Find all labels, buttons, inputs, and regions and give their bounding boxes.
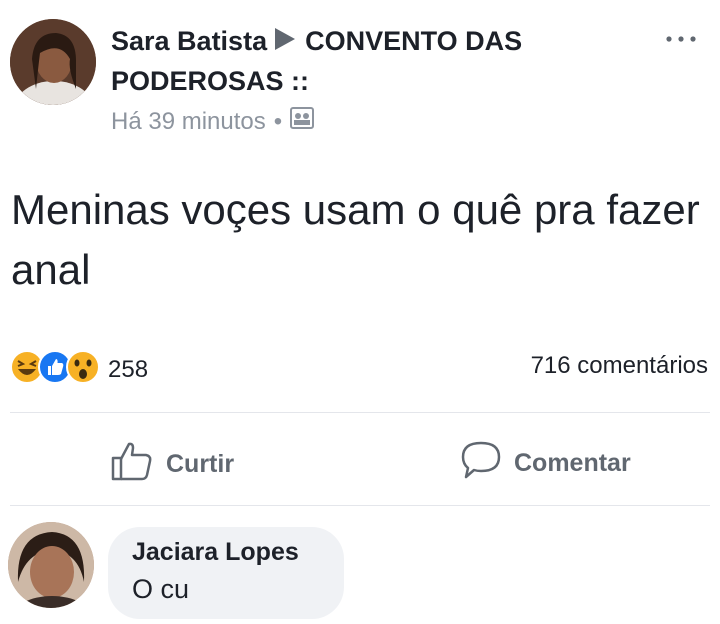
comment-button[interactable]: Comentar: [460, 440, 631, 487]
author-name[interactable]: Sara Batista: [111, 26, 267, 56]
comment-author-avatar[interactable]: [8, 522, 94, 608]
author-avatar[interactable]: [10, 19, 96, 105]
divider: [10, 412, 710, 413]
reaction-count: 258: [108, 355, 149, 383]
comment-label: Comentar: [514, 449, 631, 477]
meta-separator: •: [273, 107, 283, 135]
wow-emoji-icon: [66, 350, 100, 389]
triangle-right-icon: [273, 24, 297, 62]
post-header: Sara Batista CONVENTO DAS PODEROSAS ::: [111, 22, 671, 100]
post-meta: Há 39 minutos •: [111, 107, 315, 136]
comment-text: O cu: [132, 574, 190, 604]
like-label: Curtir: [166, 450, 235, 478]
divider: [10, 505, 710, 506]
comments-count[interactable]: 716 comentários: [531, 352, 708, 380]
more-options-icon[interactable]: [664, 22, 698, 48]
author-photo: [10, 19, 96, 105]
post-timestamp[interactable]: Há 39 minutos: [111, 108, 266, 136]
speech-bubble-icon: [460, 440, 502, 487]
thumbs-up-icon: [110, 440, 154, 489]
group-icon: [290, 107, 315, 136]
reactions-summary[interactable]: 258: [10, 350, 148, 389]
comment-author-photo: [8, 522, 94, 608]
post-text: Meninas voçes usam o quê pra fazer anal: [11, 186, 700, 293]
like-button[interactable]: Curtir: [110, 440, 234, 489]
comment-author-name[interactable]: Jaciara Lopes: [132, 538, 299, 567]
